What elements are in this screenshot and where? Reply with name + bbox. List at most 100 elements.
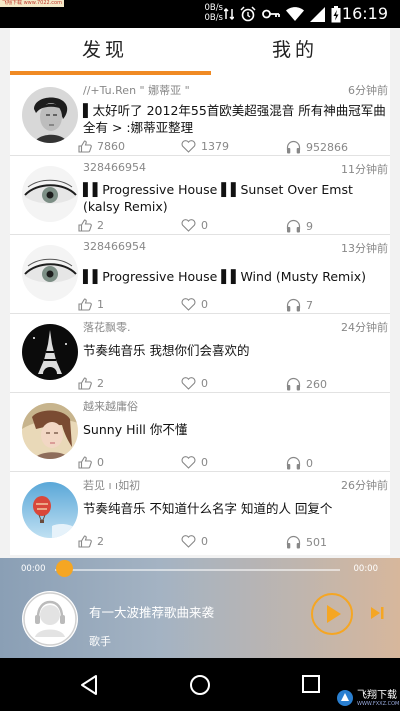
post-title[interactable]: ▌太好听了 2012年55首欧美超强混音 所有神曲冠军曲全有 > :娜蒂亚整理 <box>83 102 388 136</box>
thumbs-up-icon <box>78 140 92 153</box>
post-title[interactable]: ▌▌Progressive House ▌▌Sunset Over Emst (… <box>83 181 388 215</box>
watermark: 飞翔下载 www.7022.com <box>0 0 64 7</box>
status-icons <box>224 5 341 23</box>
post-time: 6分钟前 <box>348 84 388 97</box>
seek-thumb[interactable] <box>56 560 73 577</box>
post-title[interactable]: Sunny Hill 你不懂 <box>83 421 388 438</box>
username[interactable]: 328466954 <box>83 161 146 174</box>
list-item[interactable]: 越来越庸俗 Sunny Hill 你不懂 0 0 0 <box>10 393 390 472</box>
girl-avatar-icon <box>22 403 78 459</box>
user-avatar[interactable] <box>22 87 78 143</box>
battery-charging-icon <box>331 5 341 22</box>
like-stat[interactable]: 0 <box>78 456 104 469</box>
tab-mine[interactable]: 我的 <box>200 28 390 72</box>
like-stat[interactable]: 1 <box>78 298 104 311</box>
play-icon <box>327 605 341 623</box>
list-item[interactable]: 若见 ı ı如初 26分钟前 节奏纯音乐 不知道什么名字 知道的人 回复个 2 … <box>10 472 390 551</box>
list-item[interactable]: 落花飘零. 24分钟前 节奏纯音乐 我想你们会喜欢的 2 0 260 <box>10 314 390 393</box>
seek-bar[interactable] <box>55 569 340 571</box>
elapsed-time: 00:00 <box>21 564 46 574</box>
post-title[interactable]: 节奏纯音乐 不知道什么名字 知道的人 回复个 <box>83 500 388 517</box>
list-item[interactable]: //+Tu.Ren " 娜蒂亚 " 6分钟前 ▌太好听了 2012年55首欧美超… <box>10 77 390 156</box>
favorite-stat[interactable]: 0 <box>181 298 208 311</box>
favorite-count: 0 <box>201 219 208 232</box>
play-button[interactable] <box>311 593 353 635</box>
username[interactable]: //+Tu.Ren " 娜蒂亚 " <box>83 82 190 98</box>
headphones-icon <box>286 298 301 312</box>
post-stats: 2 0 501 <box>78 535 388 551</box>
feed-list[interactable]: //+Tu.Ren " 娜蒂亚 " 6分钟前 ▌太好听了 2012年55首欧美超… <box>10 77 390 555</box>
like-count: 2 <box>97 219 104 232</box>
heart-icon <box>181 219 196 232</box>
favorite-stat[interactable]: 0 <box>181 535 208 548</box>
duration-time: 00:00 <box>353 564 379 574</box>
data-transfer-icon <box>224 7 234 21</box>
home-icon[interactable] <box>189 674 211 696</box>
play-stat: 260 <box>286 377 327 391</box>
play-count: 9 <box>306 219 313 233</box>
username[interactable]: 若见 ı ı如初 <box>83 477 140 493</box>
favorite-stat[interactable]: 0 <box>181 377 208 390</box>
play-count: 952866 <box>306 140 348 154</box>
favorite-count: 0 <box>201 298 208 311</box>
eye-avatar-icon <box>22 245 78 301</box>
tab-bar: 发现 我的 <box>10 28 390 77</box>
thumbs-up-icon <box>78 535 92 548</box>
user-avatar[interactable] <box>22 166 78 222</box>
heart-icon <box>181 535 196 548</box>
thumbs-up-icon <box>78 456 92 469</box>
list-item[interactable]: 328466954 13分钟前 ▌▌Progressive House ▌▌Wi… <box>10 235 390 314</box>
list-item[interactable]: 328466954 11分钟前 ▌▌Progressive House ▌▌Su… <box>10 156 390 235</box>
headphones-icon <box>286 456 301 470</box>
post-title[interactable]: ▌▌Progressive House ▌▌Wind (Musty Remix) <box>83 268 388 285</box>
logo-subtext: WWW.FXXZ.COM <box>357 700 400 707</box>
status-bar: 飞翔下载 www.7022.com 0B/s 0B/s 16:19 <box>0 0 400 28</box>
play-stat: 501 <box>286 535 327 549</box>
artist-name[interactable]: 歌手 <box>89 633 111 649</box>
play-count: 501 <box>306 535 327 549</box>
favorite-count: 0 <box>201 535 208 548</box>
user-avatar[interactable] <box>22 403 78 459</box>
user-avatar[interactable] <box>22 482 78 538</box>
user-avatar[interactable] <box>22 324 78 380</box>
like-stat[interactable]: 7860 <box>78 140 125 153</box>
like-stat[interactable]: 2 <box>78 535 104 548</box>
post-stats: 7860 1379 952866 <box>78 140 388 156</box>
wifi-icon <box>286 7 304 21</box>
post-stats: 2 0 9 <box>78 219 388 235</box>
like-count: 1 <box>97 298 104 311</box>
default-cover-icon <box>23 592 77 646</box>
tower-avatar-icon <box>22 324 78 380</box>
key-icon <box>262 9 280 19</box>
play-count: 260 <box>306 377 327 391</box>
user-avatar[interactable] <box>22 245 78 301</box>
username[interactable]: 越来越庸俗 <box>83 398 138 414</box>
tab-discover[interactable]: 发现 <box>10 28 200 72</box>
mini-player[interactable]: 00:00 00:00 有一大波推荐歌曲来袭 歌手 <box>0 558 400 658</box>
favorite-stat[interactable]: 0 <box>181 456 208 469</box>
post-stats: 0 0 0 <box>78 456 388 472</box>
like-count: 2 <box>97 535 104 548</box>
song-title[interactable]: 有一大波推荐歌曲来袭 <box>89 602 214 621</box>
signal-icon <box>310 6 325 22</box>
post-stats: 2 0 260 <box>78 377 388 393</box>
like-stat[interactable]: 2 <box>78 219 104 232</box>
clock: 16:19 <box>341 4 388 23</box>
play-stat: 9 <box>286 219 313 233</box>
recents-icon[interactable] <box>302 675 320 693</box>
favorite-stat[interactable]: 1379 <box>181 140 229 153</box>
next-button[interactable] <box>369 605 385 621</box>
username[interactable]: 落花飘零. <box>83 319 131 335</box>
like-count: 7860 <box>97 140 125 153</box>
album-cover[interactable] <box>22 591 78 647</box>
headphones-icon <box>286 377 301 391</box>
thumbs-up-icon <box>78 377 92 390</box>
tab-indicator <box>10 71 211 75</box>
favorite-count: 0 <box>201 377 208 390</box>
favorite-stat[interactable]: 0 <box>181 219 208 232</box>
post-title[interactable]: 节奏纯音乐 我想你们会喜欢的 <box>83 342 388 359</box>
back-icon[interactable] <box>79 674 99 696</box>
network-speed: 0B/s 0B/s <box>199 3 223 23</box>
like-stat[interactable]: 2 <box>78 377 104 390</box>
username[interactable]: 328466954 <box>83 240 146 253</box>
